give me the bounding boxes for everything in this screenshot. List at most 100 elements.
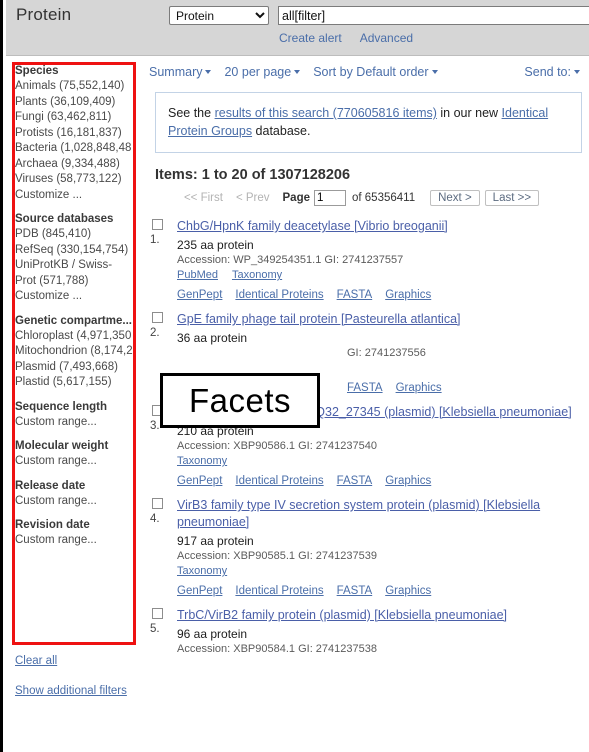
result-length: 36 aa protein [177, 331, 248, 345]
facet-item-animals[interactable]: Animals (75,552,140) [15, 79, 133, 95]
chevron-down-icon [574, 70, 580, 74]
facet-title: Species [15, 65, 59, 77]
facet-custom-range-release-date[interactable]: Custom range... [15, 494, 133, 510]
send-to-menu[interactable]: Send to: [524, 65, 580, 79]
genpept-link[interactable]: GenPept [177, 475, 222, 487]
result-title-link[interactable]: TrbC/VirB2 family protein (plasmid) [Kle… [177, 607, 589, 624]
facet-custom-range-revision-date[interactable]: Custom range... [15, 533, 133, 549]
prev-page-button: < Prev [235, 192, 270, 205]
chevron-down-icon [205, 70, 212, 74]
genpept-link[interactable]: GenPept [177, 585, 222, 597]
fasta-link[interactable]: FASTA [337, 289, 373, 301]
facet-item-plastid[interactable]: Plastid (5,617,155) [15, 375, 133, 391]
result-checkbox[interactable] [152, 608, 163, 619]
pubmed-link[interactable]: PubMed [177, 269, 218, 281]
display-format-label[interactable]: Summary [149, 65, 202, 79]
send-to-label[interactable]: Send to: [524, 65, 571, 79]
facet-item-chloroplast[interactable]: Chloroplast (4,971,350 [15, 329, 133, 345]
taxonomy-link[interactable]: Taxonomy [232, 269, 282, 281]
notice-middle: in our new [436, 106, 502, 120]
facet-title: Source databases [15, 213, 114, 225]
result-sublinks: Taxonomy [177, 564, 589, 579]
database-select[interactable]: Protein [169, 6, 269, 25]
facet-item-plasmid[interactable]: Plasmid (7,493,668) [15, 360, 133, 376]
last-page-button[interactable]: Last >> [484, 190, 540, 207]
identical-proteins-link[interactable]: Identical Proteins [235, 585, 323, 597]
result-checkbox[interactable] [152, 312, 163, 323]
result-item: 5. TrbC/VirB2 family protein (plasmid) [… [143, 607, 589, 657]
graphics-link[interactable]: Graphics [396, 382, 442, 394]
taxonomy-link[interactable]: Taxonomy [177, 565, 227, 577]
graphics-link[interactable]: Graphics [385, 585, 431, 597]
notice-prefix: See the [168, 106, 215, 120]
total-pages-label: of 65356411 [352, 192, 416, 205]
facet-item-protists[interactable]: Protists (16,181,837) [15, 126, 133, 142]
header-links: Create alert Advanced [279, 31, 431, 45]
facet-item-plants[interactable]: Plants (36,109,409) [15, 95, 133, 111]
fasta-link[interactable]: FASTA [347, 382, 383, 394]
facet-custom-range-molecular-weight[interactable]: Custom range... [15, 454, 133, 470]
facet-item-bacteria[interactable]: Bacteria (1,028,848,48 [15, 141, 133, 157]
result-accession: Accession: XBP90585.1 GI: 2741237539 [177, 550, 377, 562]
results-of-this-search-link[interactable]: results of this search (770605816 items) [215, 106, 437, 120]
facets-sidebar: Species Animals (75,552,140) Plants (36,… [15, 64, 133, 558]
facet-group-source-databases: Source databases PDB (845,410) RefSeq (3… [15, 212, 133, 305]
fasta-link[interactable]: FASTA [337, 585, 373, 597]
graphics-link[interactable]: Graphics [385, 475, 431, 487]
result-title-link[interactable]: VirB3 family type IV secretion system pr… [177, 497, 589, 531]
result-checkbox[interactable] [152, 498, 163, 509]
result-index: 2. [150, 327, 160, 339]
result-actions: GenPept Identical Proteins FASTA Graphics [177, 585, 589, 597]
facet-title: Revision date [15, 519, 90, 531]
notice-suffix: database. [252, 124, 311, 138]
per-page-label[interactable]: 20 per page [224, 65, 291, 79]
result-index: 1. [150, 234, 160, 246]
result-checkbox[interactable] [152, 219, 163, 230]
sort-label[interactable]: Sort by Default order [313, 65, 428, 79]
facet-group-sequence-length: Sequence length Custom range... [15, 400, 133, 431]
facet-item-mitochondrion[interactable]: Mitochondrion (8,174,2 [15, 344, 133, 360]
graphics-link[interactable]: Graphics [385, 289, 431, 301]
result-accession: Accession: XBP90584.1 GI: 2741237538 [177, 643, 377, 655]
next-page-button[interactable]: Next > [430, 190, 480, 207]
facet-item-pdb[interactable]: PDB (845,410) [15, 227, 133, 243]
create-alert-link[interactable]: Create alert [279, 31, 342, 45]
facet-item-fungi[interactable]: Fungi (63,462,811) [15, 110, 133, 126]
search-header: Protein Protein Create alert Advanced [6, 0, 589, 56]
page-title: Protein [16, 5, 72, 24]
result-title-link[interactable]: ChbG/HpnK family deacetylase [Vibrio bre… [177, 218, 589, 235]
page-label: Page [282, 192, 311, 205]
result-sublinks: Taxonomy [177, 454, 589, 469]
fasta-link[interactable]: FASTA [337, 475, 373, 487]
sort-menu[interactable]: Sort by Default order [313, 65, 438, 79]
identical-proteins-link[interactable]: Identical Proteins [235, 289, 323, 301]
facet-item-uniprotkb[interactable]: UniProtKB / Swiss-Prot (571,788) [15, 258, 133, 289]
advanced-search-link[interactable]: Advanced [360, 31, 413, 45]
result-accession: GI: 2741237556 [347, 347, 426, 359]
facet-item-archaea[interactable]: Archaea (9,334,488) [15, 157, 133, 173]
facet-group-molecular-weight: Molecular weight Custom range... [15, 439, 133, 470]
results-column: Summary 20 per page Sort by Default order … [143, 62, 589, 667]
facet-group-release-date: Release date Custom range... [15, 479, 133, 510]
show-additional-filters-link[interactable]: Show additional filters [15, 685, 175, 697]
result-length: 917 aa protein [177, 534, 254, 548]
facet-title: Release date [15, 479, 86, 492]
taxonomy-link[interactable]: Taxonomy [177, 455, 227, 467]
result-title-link[interactable]: GpE family phage tail protein [Pasteurel… [177, 311, 589, 328]
result-accession: Accession: XBP90586.1 GI: 2741237540 [177, 440, 377, 452]
facets-callout-annotation: Facets [160, 373, 320, 428]
facet-group-revision-date: Revision date Custom range... [15, 518, 133, 549]
facet-item-refseq[interactable]: RefSeq (330,154,754) [15, 243, 133, 259]
facet-custom-range-sequence-length[interactable]: Custom range... [15, 415, 133, 431]
page-number-input[interactable] [314, 190, 346, 206]
facet-customize-source[interactable]: Customize ... [15, 289, 133, 305]
identical-proteins-link[interactable]: Identical Proteins [235, 475, 323, 487]
genpept-link[interactable]: GenPept [177, 289, 222, 301]
facet-customize-species[interactable]: Customize ... [15, 188, 133, 204]
facet-item-viruses[interactable]: Viruses (58,773,122) [15, 172, 133, 188]
per-page-menu[interactable]: 20 per page [224, 65, 301, 79]
facet-group-species: Species Animals (75,552,140) Plants (36,… [15, 64, 133, 203]
display-format-menu[interactable]: Summary [149, 65, 212, 79]
search-input[interactable] [278, 6, 589, 25]
results-toolbar: Summary 20 per page Sort by Default order … [143, 62, 589, 86]
